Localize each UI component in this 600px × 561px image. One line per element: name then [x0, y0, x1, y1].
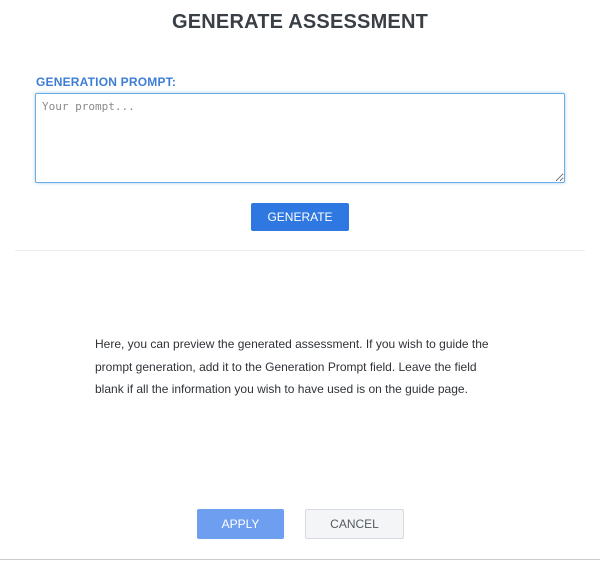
apply-button[interactable]: APPLY: [197, 509, 284, 539]
preview-description: Here, you can preview the generated asse…: [95, 337, 489, 396]
generate-assessment-dialog: GENERATE ASSESSMENT GENERATION PROMPT: G…: [0, 0, 600, 561]
dialog-bottom-border: [0, 559, 600, 560]
generate-button[interactable]: GENERATE: [251, 203, 349, 231]
generation-prompt-label: GENERATION PROMPT:: [36, 75, 177, 89]
dialog-title: GENERATE ASSESSMENT: [171, 11, 429, 33]
cancel-button[interactable]: CANCEL: [305, 509, 404, 539]
section-divider: [15, 250, 585, 251]
generation-prompt-input[interactable]: [35, 93, 565, 183]
